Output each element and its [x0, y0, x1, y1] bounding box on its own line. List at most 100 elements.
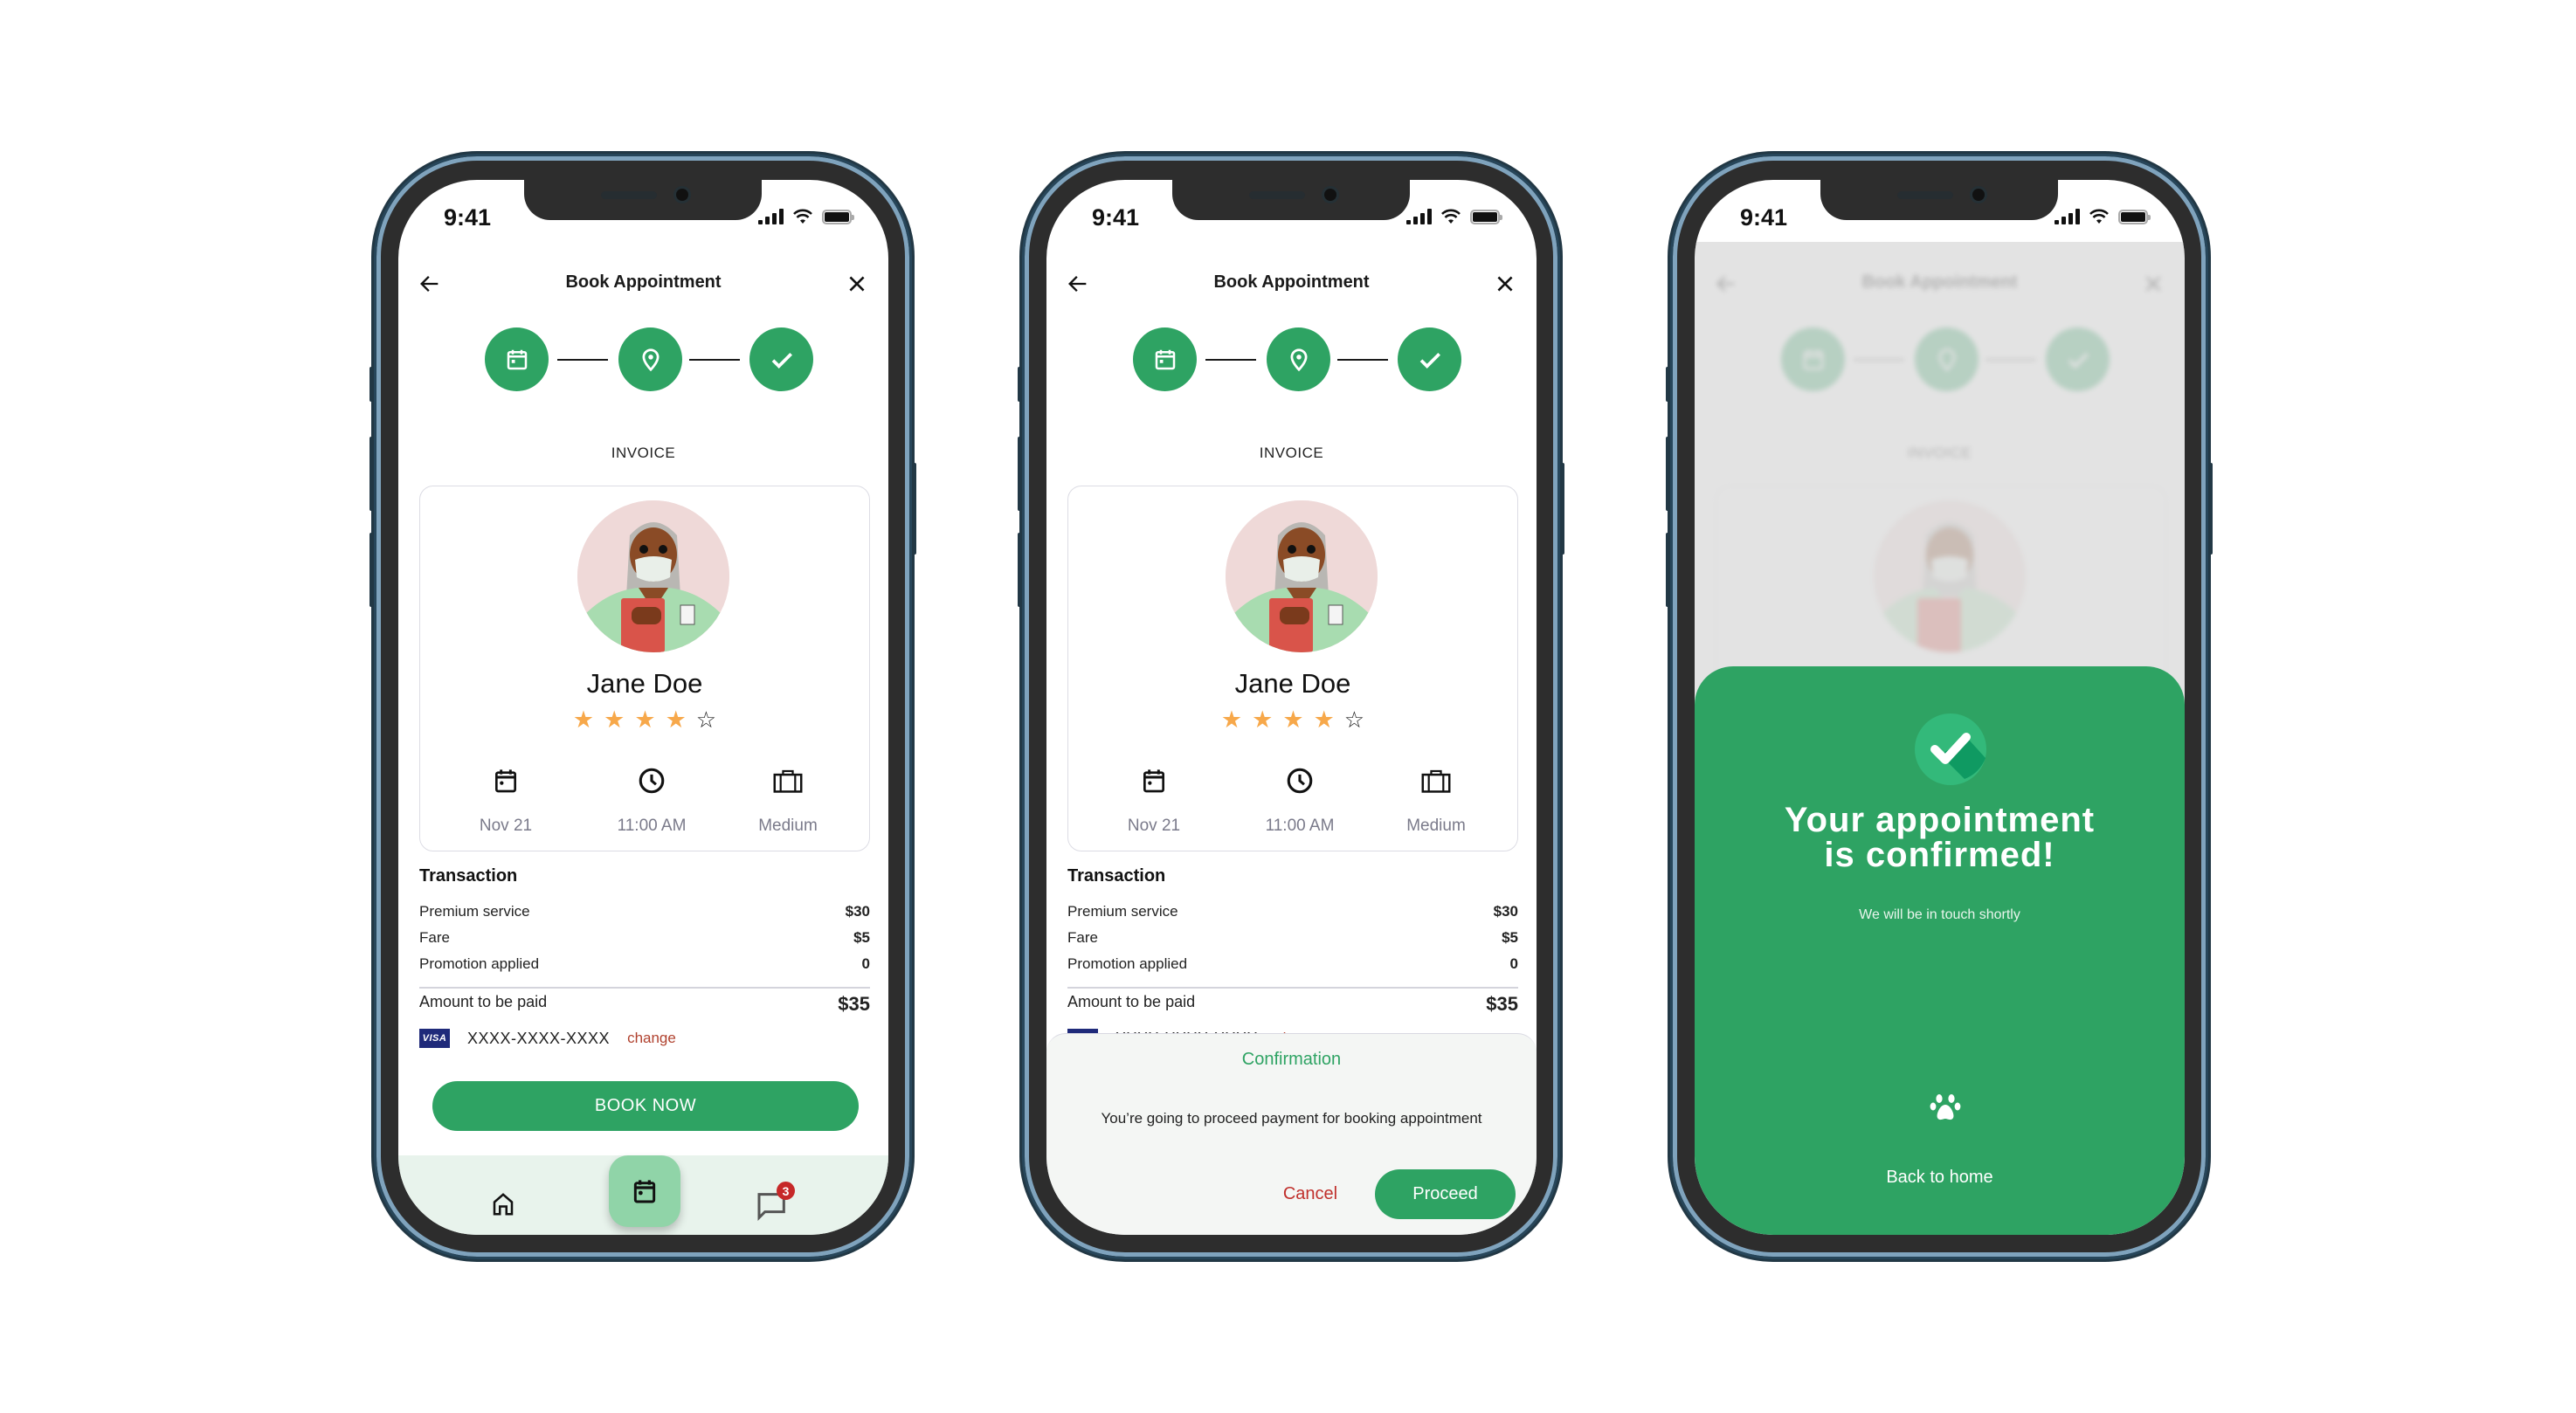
step-connector [1205, 359, 1256, 361]
calendar-icon [1143, 769, 1164, 793]
row-value: $5 [853, 929, 870, 946]
star-filled-icon: ★ [572, 706, 595, 733]
star-filled-icon: ★ [1220, 706, 1243, 733]
briefcase-icon [773, 769, 803, 793]
close-button[interactable] [841, 269, 873, 299]
total-value: $35 [1486, 993, 1518, 1015]
info-date-label: Nov 21 [479, 817, 533, 835]
transaction-row: Premium service $30 [1067, 903, 1518, 920]
divider [419, 987, 870, 989]
nav-appointments[interactable] [609, 1155, 680, 1227]
close-icon [1497, 276, 1513, 292]
row-label: Promotion applied [419, 955, 540, 972]
step-confirm [749, 327, 813, 391]
phone-success: 9:41 Book Appointment [1666, 154, 2213, 1259]
clock-icon [639, 768, 665, 794]
change-payment-link[interactable]: change [627, 1030, 676, 1047]
info-size-label: Medium [1406, 817, 1466, 835]
location-pin-icon [641, 348, 660, 371]
book-now-button[interactable]: BOOK NOW [432, 1081, 859, 1131]
transaction-row: Promotion applied 0 [419, 955, 870, 973]
step-date [485, 327, 549, 391]
step-location [618, 327, 682, 391]
info-time: 11:00 AM [582, 764, 722, 836]
invoice-page: Book Appointment INVOICE Jane Doe ★ ★ ★ … [398, 180, 888, 1235]
dialog-title: Confirmation [1241, 1050, 1342, 1069]
notch [524, 180, 762, 220]
doctor-card: Jane Doe ★ ★ ★ ★ ☆ Nov 21 11:00 AM Mediu… [1067, 486, 1518, 851]
rating-stars: ★ ★ ★ ★ ☆ [1068, 706, 1517, 733]
info-size: Medium [718, 764, 858, 836]
transaction-row: Promotion applied 0 [1067, 955, 1518, 973]
page-title: Book Appointment [565, 272, 722, 292]
status-time: 9:41 [444, 204, 492, 231]
calendar-icon [507, 349, 527, 369]
info-date-label: Nov 21 [1127, 817, 1181, 835]
row-label: Fare [1067, 929, 1098, 946]
proceed-button[interactable]: Proceed [1375, 1169, 1516, 1219]
status-icons [2055, 209, 2151, 224]
success-title-line2: is confirmed! [1824, 836, 2055, 874]
doctor-avatar [1226, 500, 1378, 652]
nav-messages[interactable]: 3 [755, 1182, 795, 1222]
success-sheet: Your appointment is confirmed! We will b… [1695, 666, 2185, 1235]
calendar-icon [633, 1180, 656, 1203]
screen: 9:41 Book Appointment [398, 180, 888, 1235]
close-button[interactable] [1489, 269, 1521, 299]
nav-home[interactable] [487, 1189, 519, 1220]
invoice-label: INVOICE [1259, 445, 1324, 461]
step-location [1267, 327, 1330, 391]
info-size-label: Medium [758, 817, 818, 835]
screen: 9:41 Book Appointment [1046, 180, 1537, 1235]
close-icon [849, 276, 865, 292]
star-filled-icon: ★ [604, 706, 625, 733]
row-value: $30 [845, 903, 870, 920]
check-icon [771, 352, 792, 369]
doctor-name: Jane Doe [586, 668, 703, 699]
status-icons [1406, 209, 1502, 224]
check-circle-icon [1915, 713, 1986, 785]
transaction-title: Transaction [1067, 866, 1166, 886]
battery-icon [2118, 210, 2151, 224]
bottom-nav: 3 [398, 1155, 888, 1235]
row-label: Premium service [419, 903, 530, 920]
transaction-row: Premium service $30 [419, 903, 870, 920]
star-filled-icon: ★ [1282, 706, 1304, 733]
wifi-icon [793, 209, 812, 224]
star-filled-icon: ★ [665, 706, 687, 733]
doctor-avatar [577, 500, 729, 652]
back-to-home-link[interactable]: Back to home [1695, 1168, 2185, 1188]
visa-icon: VISA [419, 1029, 450, 1048]
wifi-icon [2089, 209, 2109, 224]
status-time: 9:41 [1092, 204, 1140, 231]
transaction-title: Transaction [419, 866, 518, 886]
signal-icon [1406, 209, 1432, 224]
row-label: Fare [419, 929, 450, 946]
info-date: Nov 21 [436, 764, 576, 836]
phone-confirmation: 9:41 Book Appointment INVOICE Jane Doe ★… [1018, 154, 1564, 1259]
star-empty-icon: ☆ [1343, 706, 1365, 733]
row-value: 0 [1509, 955, 1518, 972]
wifi-icon [1441, 209, 1461, 224]
battery-icon [822, 210, 854, 224]
calendar-icon [495, 769, 516, 793]
signal-icon [2055, 209, 2080, 224]
transaction-row: Fare $5 [1067, 929, 1518, 947]
step-connector [689, 359, 740, 361]
step-connector [1337, 359, 1388, 361]
signal-icon [758, 209, 784, 224]
invoice-label: INVOICE [611, 445, 676, 461]
paw-icon [1930, 1094, 1961, 1120]
calendar-icon [1155, 349, 1175, 369]
success-subtitle: We will be in touch shortly [1859, 907, 2020, 922]
row-value: $5 [1502, 929, 1518, 946]
check-icon [1419, 352, 1440, 369]
star-filled-icon: ★ [634, 706, 656, 733]
doctor-name: Jane Doe [1234, 668, 1351, 699]
row-label: Promotion applied [1067, 955, 1188, 972]
screen: 9:41 Book Appointment [1695, 180, 2185, 1235]
status-time: 9:41 [1740, 204, 1788, 231]
notification-badge: 3 [777, 1182, 795, 1200]
cancel-button[interactable]: Cancel [1262, 1169, 1358, 1219]
status-icons [758, 209, 854, 224]
